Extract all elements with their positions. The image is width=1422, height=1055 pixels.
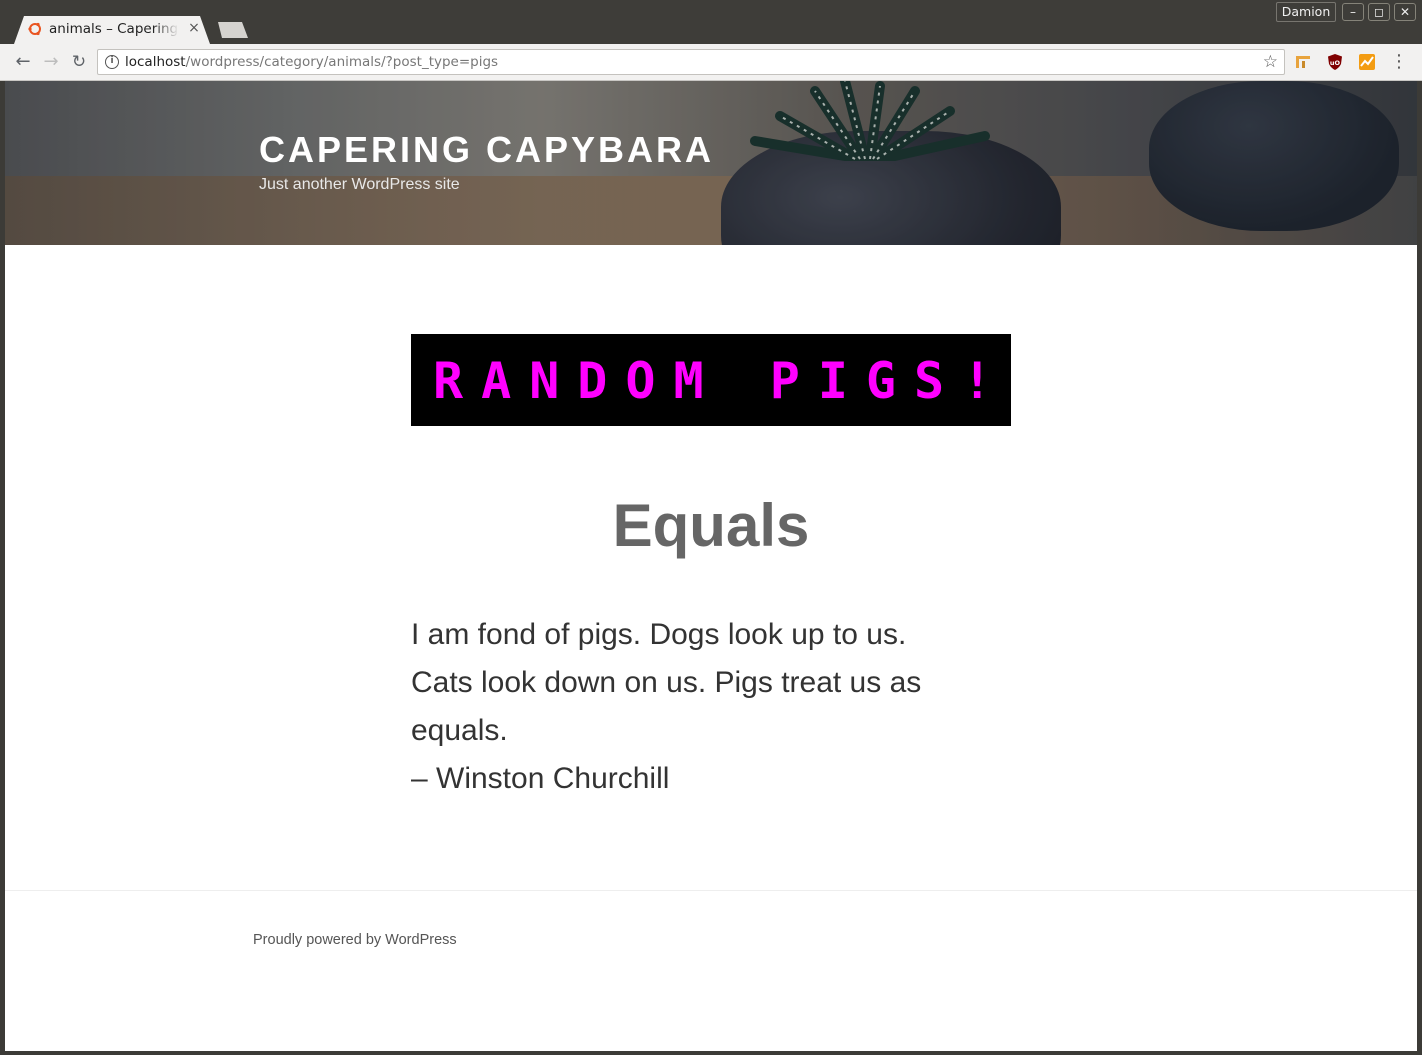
browser-tab[interactable]: animals – Capering Capybara × [14,16,210,44]
post-line: Cats look down on us. Pigs treat us as [411,666,922,699]
back-icon[interactable]: ← [12,51,34,73]
address-url[interactable]: localhost/wordpress/category/animals/?po… [125,54,498,70]
browser-toolbar: ← → ↻ i localhost/wordpress/category/ani… [0,44,1422,81]
close-window-button[interactable]: ✕ [1394,3,1416,21]
post-banner-image: RANDOM PIGS! [411,334,1011,426]
wordpress-favicon-icon [28,22,41,36]
profile-button[interactable]: Damion [1276,2,1336,22]
svg-text:uO: uO [1330,59,1341,67]
ublock-shield-icon[interactable]: uO [1326,53,1344,71]
post-line: equals. [411,714,508,747]
banner-text: RANDOM PIGS! [433,352,1011,410]
tab-close-icon[interactable]: × [186,20,202,36]
post-attribution: – Winston Churchill [411,762,670,795]
url-host: localhost [125,54,186,70]
page-viewport: CAPERING CAPYBARA Just another WordPress… [5,81,1417,1051]
extension-icon[interactable] [1294,53,1312,71]
site-header: CAPERING CAPYBARA Just another WordPress… [5,81,1417,245]
reload-icon[interactable]: ↻ [68,51,90,73]
site-title-link[interactable]: CAPERING CAPYBARA [259,129,714,171]
address-bar[interactable]: i localhost/wordpress/category/animals/?… [97,49,1285,75]
footer-credit-link[interactable]: Proudly powered by WordPress [253,932,457,948]
graph-extension-icon[interactable] [1358,53,1376,71]
menu-dots-icon[interactable]: ⋮ [1390,51,1408,73]
window-titlebar: animals – Capering Capybara × Damion – ◻… [0,0,1422,44]
forward-icon[interactable]: → [40,51,62,73]
site-description: Just another WordPress site [259,176,460,193]
post-content: I am fond of pigs. Dogs look up to us. C… [411,611,1011,803]
info-icon[interactable]: i [105,55,119,69]
tab-title: animals – Capering Capybara [49,21,179,37]
maximize-window-button[interactable]: ◻ [1368,3,1390,21]
post-title[interactable]: Equals [5,491,1417,560]
bookmark-star-icon[interactable]: ☆ [1263,52,1278,72]
footer-divider [5,890,1417,891]
new-tab-button[interactable] [218,22,248,38]
minimize-window-button[interactable]: – [1342,3,1364,21]
post-line: I am fond of pigs. Dogs look up to us. [411,618,907,651]
url-path: /wordpress/category/animals/?post_type=p… [185,54,499,70]
